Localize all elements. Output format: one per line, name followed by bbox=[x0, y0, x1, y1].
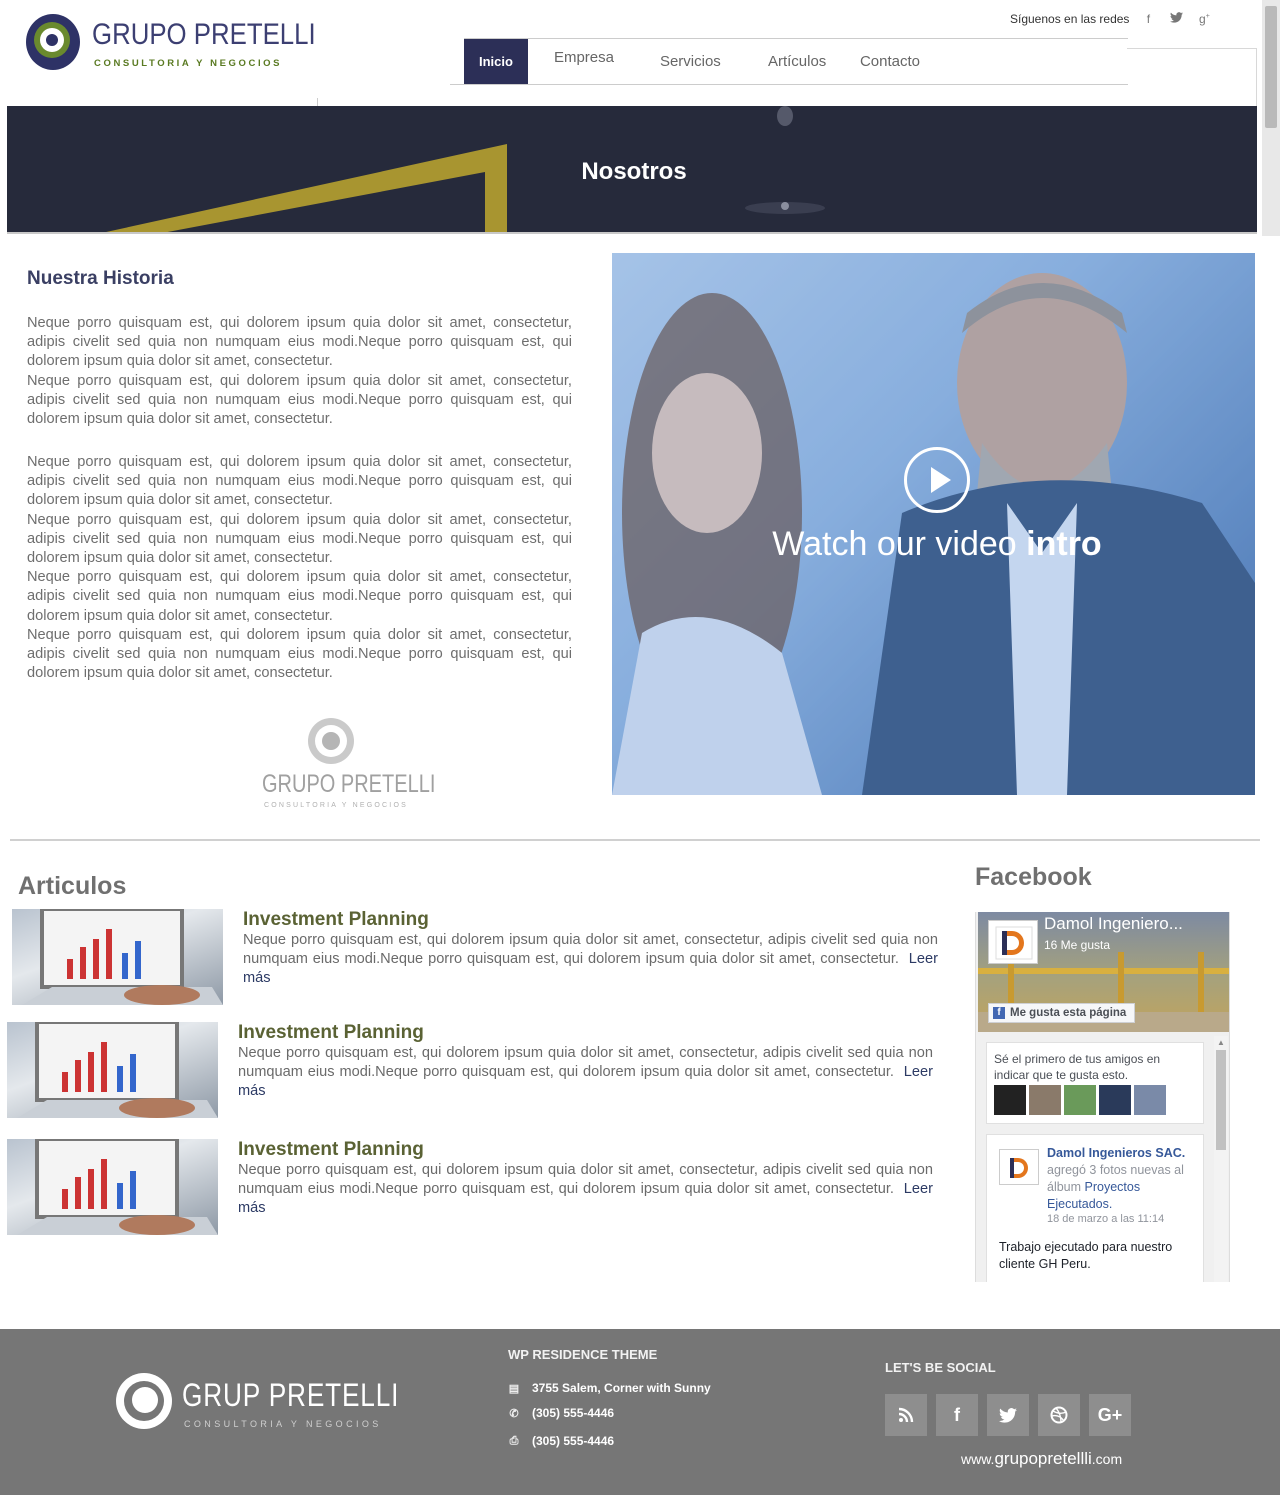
article-thumbnail[interactable] bbox=[7, 1022, 218, 1118]
fb-post-header: Damol Ingenieros SAC. agregó 3 fotos nue… bbox=[1047, 1145, 1197, 1213]
story-logo: GRUPO PRETELLI CONSULTORIA Y NEGOCIOS bbox=[262, 718, 435, 814]
facebook-page-widget: Damol Ingeniero... 16 Me gusta f Me gusta… bbox=[975, 912, 1230, 1282]
footer-logo-title: GRUP PRETELLI bbox=[182, 1377, 400, 1413]
story-heading: Nuestra Historia bbox=[27, 268, 174, 289]
footer-social-buttons: f G+ bbox=[885, 1394, 1131, 1436]
site-logo[interactable]: GRUPO PRETELLI CONSULTORIA Y NEGOCIOS bbox=[26, 14, 316, 74]
avatar[interactable] bbox=[1099, 1085, 1131, 1115]
main-nav: Inicio Empresa Servicios Artículos Conta… bbox=[464, 39, 940, 84]
footer-logo[interactable]: GRUP PRETELLI CONSULTORIA Y NEGOCIOS bbox=[116, 1373, 398, 1433]
dribbble-icon[interactable] bbox=[1038, 1394, 1080, 1436]
nav-item-inicio[interactable]: Inicio bbox=[464, 39, 528, 84]
nav-item-empresa[interactable]: Empresa bbox=[554, 39, 660, 84]
social-label: Síguenos en las redes bbox=[1010, 12, 1130, 26]
fb-friend-avatars bbox=[994, 1085, 1166, 1115]
page-scrollbar[interactable] bbox=[1262, 0, 1280, 236]
scrollbar-thumb[interactable] bbox=[1265, 6, 1277, 128]
avatar[interactable] bbox=[1064, 1085, 1096, 1115]
nav-item-articulos[interactable]: Artículos bbox=[768, 39, 860, 84]
nav-item-contacto[interactable]: Contacto bbox=[860, 39, 940, 84]
fb-post-message: Trabajo ejecutado para nuestro cliente G… bbox=[999, 1240, 1173, 1271]
site-footer: GRUP PRETELLI CONSULTORIA Y NEGOCIOS WP … bbox=[0, 1329, 1280, 1495]
fb-post-card: Damol Ingenieros SAC. agregó 3 fotos nue… bbox=[986, 1134, 1204, 1282]
story-logo-title: GRUPO PRETELLI bbox=[262, 770, 436, 798]
article-excerpt: Neque porro quisquam est, qui dolorem ip… bbox=[238, 1045, 934, 1100]
video-caption: Watch our video intro bbox=[772, 525, 1102, 563]
article-title[interactable]: Investment Planning bbox=[243, 909, 429, 931]
play-icon[interactable] bbox=[904, 447, 970, 513]
video-intro[interactable]: Watch our video intro bbox=[612, 253, 1255, 795]
footer-contact-title: WP RESIDENCE THEME bbox=[508, 1347, 658, 1362]
google-plus-icon[interactable]: g+ bbox=[1195, 12, 1213, 26]
building-icon: ▤ bbox=[508, 1382, 520, 1395]
article-title[interactable]: Investment Planning bbox=[238, 1022, 424, 1044]
section-divider bbox=[10, 839, 1260, 841]
footer-address: ▤ 3755 Salem, Corner with Sunny bbox=[508, 1381, 711, 1395]
video-people-image bbox=[612, 253, 1255, 795]
story-paragraph-1: Neque porro quisquam est, qui dolorem ip… bbox=[27, 315, 572, 428]
fb-like-count: 16 Me gusta bbox=[1044, 938, 1111, 952]
printer-icon: ⎙ bbox=[509, 1434, 519, 1447]
fb-post-date[interactable]: 18 de marzo a las 11:14 bbox=[1047, 1213, 1164, 1225]
fb-page-avatar[interactable] bbox=[988, 920, 1038, 964]
fb-like-button[interactable]: f Me gusta esta página bbox=[988, 1003, 1136, 1023]
article-thumbnail[interactable] bbox=[12, 909, 223, 1005]
nav-frame bbox=[1127, 48, 1257, 106]
avatar[interactable] bbox=[1029, 1085, 1061, 1115]
twitter-icon[interactable] bbox=[1167, 12, 1185, 26]
avatar[interactable] bbox=[994, 1085, 1026, 1115]
article-thumbnail[interactable] bbox=[7, 1139, 218, 1235]
google-plus-icon[interactable]: G+ bbox=[1089, 1394, 1131, 1436]
header-divider bbox=[317, 98, 318, 106]
footer-website-url[interactable]: www.grupopretellli.com bbox=[961, 1449, 1122, 1469]
nav-rule-bottom bbox=[450, 84, 1128, 85]
fb-scrollbar[interactable]: ▲ bbox=[1214, 1036, 1228, 1282]
footer-phone: ✆ (305) 555-4446 bbox=[509, 1406, 615, 1420]
fb-cover-image[interactable]: Damol Ingeniero... 16 Me gusta f Me gusta… bbox=[978, 912, 1229, 1032]
footer-social-title: LET'S BE SOCIAL bbox=[885, 1360, 996, 1375]
logo-title: GRUPO PRETELLI bbox=[92, 18, 316, 51]
fb-page-name[interactable]: Damol Ingeniero... bbox=[1044, 914, 1183, 934]
footer-fax: ⎙ (305) 555-4446 bbox=[509, 1434, 615, 1448]
fb-post-author[interactable]: Damol Ingenieros SAC. bbox=[1047, 1146, 1185, 1160]
fb-post-avatar[interactable] bbox=[999, 1149, 1039, 1185]
header-social: Síguenos en las redes f g+ bbox=[1010, 12, 1213, 26]
article-title[interactable]: Investment Planning bbox=[238, 1139, 424, 1161]
facebook-icon[interactable]: f bbox=[936, 1394, 978, 1436]
twitter-icon[interactable] bbox=[987, 1394, 1029, 1436]
facebook-icon[interactable]: f bbox=[1139, 12, 1157, 26]
story-paragraph-2: Neque porro quisquam est, qui dolorem ip… bbox=[27, 454, 572, 682]
phone-icon: ✆ bbox=[509, 1407, 519, 1420]
fb-friends-card: Sé el primero de tus amigos en indicar q… bbox=[986, 1042, 1204, 1124]
nav-item-servicios[interactable]: Servicios bbox=[660, 39, 768, 84]
fb-friends-text: Sé el primero de tus amigos en indicar q… bbox=[994, 1052, 1161, 1082]
article-excerpt: Neque porro quisquam est, qui dolorem ip… bbox=[238, 1162, 934, 1217]
facebook-heading: Facebook bbox=[975, 863, 1092, 891]
site-header: GRUPO PRETELLI CONSULTORIA Y NEGOCIOS Sí… bbox=[0, 0, 1280, 106]
footer-logo-tagline: CONSULTORIA Y NEGOCIOS bbox=[184, 1419, 382, 1429]
facebook-icon: f bbox=[993, 1007, 1005, 1019]
article-excerpt: Neque porro quisquam est, qui dolorem ip… bbox=[243, 932, 939, 987]
hero-banner: Nosotros bbox=[7, 106, 1257, 234]
avatar[interactable] bbox=[1134, 1085, 1166, 1115]
logo-tagline: CONSULTORIA Y NEGOCIOS bbox=[94, 58, 283, 69]
scroll-up-icon[interactable]: ▲ bbox=[1217, 1038, 1225, 1047]
logo-mark-icon bbox=[26, 14, 80, 70]
hero-title: Nosotros bbox=[581, 158, 687, 185]
story-logo-tagline: CONSULTORIA Y NEGOCIOS bbox=[264, 802, 408, 809]
articles-heading: Articulos bbox=[18, 872, 127, 900]
rss-icon[interactable] bbox=[885, 1394, 927, 1436]
